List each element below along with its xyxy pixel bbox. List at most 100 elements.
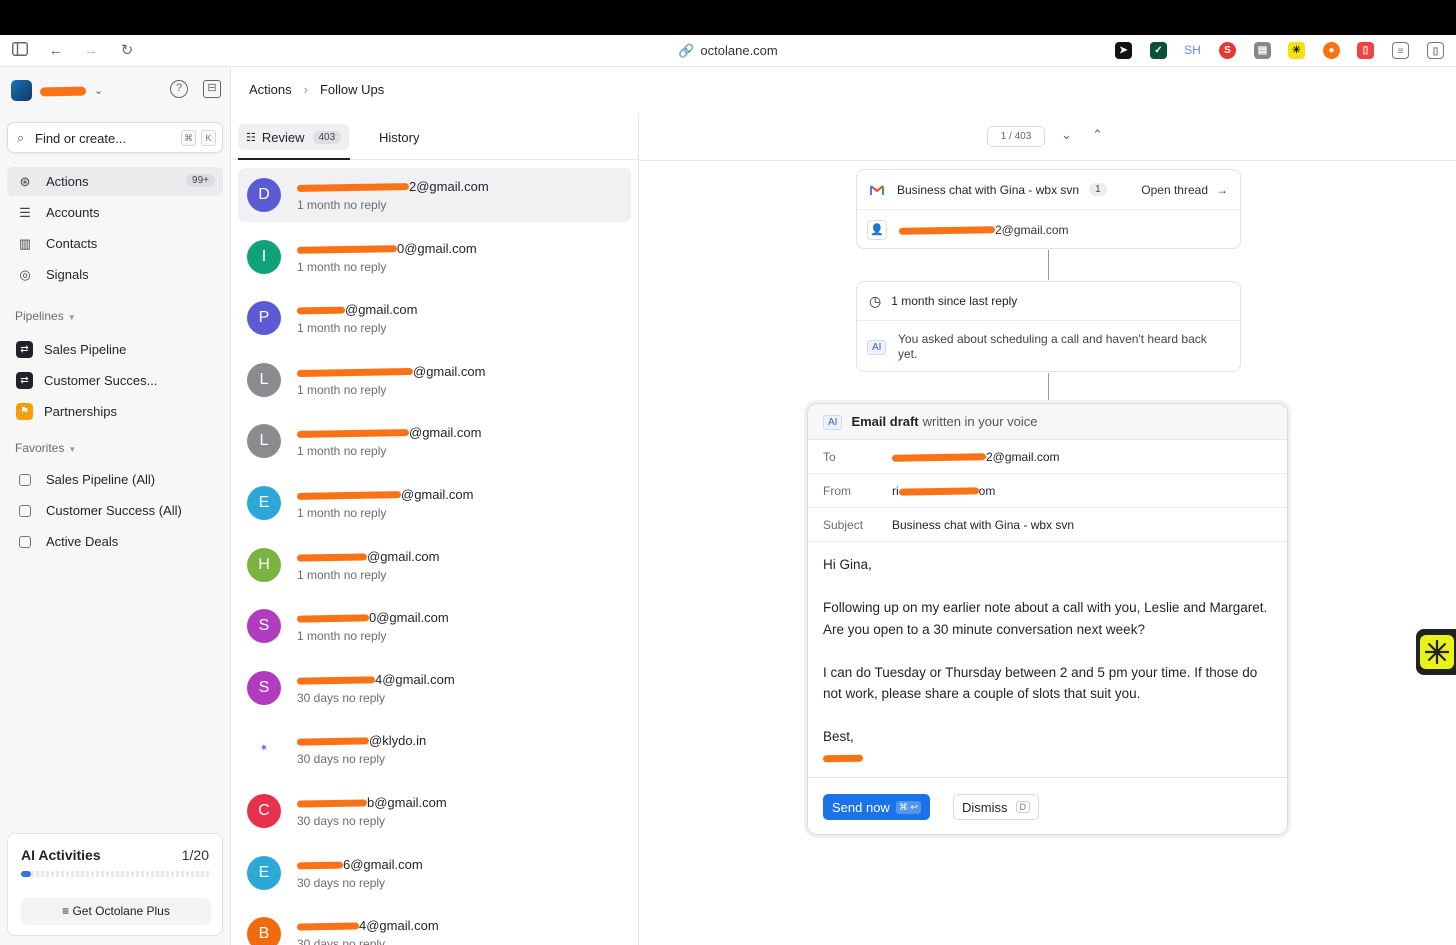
contact-email: 0@gmail.com <box>296 241 477 256</box>
list-item[interactable]: S 0@gmail.com 1 month no reply <box>238 599 631 653</box>
send-now-button[interactable]: Send now ⌘ ↩ <box>823 794 930 820</box>
workspace-switcher[interactable]: ⌄ <box>11 80 103 101</box>
dismiss-button[interactable]: Dismiss D <box>953 794 1039 820</box>
contact-email: 4@gmail.com <box>296 672 455 687</box>
sidebar-item-fav-active-deals[interactable]: Active Deals <box>7 527 223 556</box>
redaction-mark <box>296 244 398 254</box>
pipeline-icon: ⇄ <box>16 372 33 389</box>
contact-email: @klydo.in <box>296 733 426 748</box>
open-thread-link[interactable]: Open thread → <box>1141 183 1228 197</box>
to-field[interactable]: To 2@gmail.com <box>808 440 1287 474</box>
reply-status: 1 month no reply <box>297 567 387 582</box>
sidebar-item-actions[interactable]: ⊛ Actions 99+ <box>7 167 223 196</box>
ai-tag: AI <box>867 338 887 355</box>
list-item[interactable]: ✶ @klydo.in 30 days no reply <box>238 722 631 776</box>
contact-email: 2@gmail.com <box>296 179 489 194</box>
extension-icon[interactable]: ▯ <box>1357 42 1374 59</box>
ai-activities-card: AI Activities 1/20 ≡ Get Octolane Plus <box>7 833 223 936</box>
redaction-mark <box>296 306 346 315</box>
reply-status: 1 month no reply <box>297 382 387 397</box>
sidebar-item-customer-success[interactable]: ⇄ Customer Succes... <box>7 366 223 395</box>
sidebar-item-signals[interactable]: ◎ Signals <box>7 260 223 289</box>
menu-icon: ≡ <box>62 904 73 918</box>
redaction-mark <box>296 737 370 747</box>
reply-status: 1 month no reply <box>297 506 387 520</box>
view-icon <box>19 473 31 486</box>
tab-review[interactable]: ☷ Review 403 <box>238 124 350 150</box>
breadcrumb-actions[interactable]: Actions <box>249 82 292 97</box>
extension-icon[interactable]: ✳ <box>1288 42 1305 59</box>
contact-email: @gmail.com <box>296 425 481 440</box>
thread-row[interactable]: Business chat with Gina - wbx svn 1 Open… <box>857 170 1240 210</box>
redaction-mark <box>296 614 370 623</box>
reply-status: 1 month no reply <box>297 259 387 274</box>
avatar: H <box>247 547 281 582</box>
extension-icon[interactable]: ✓ <box>1150 42 1167 59</box>
subject-field[interactable]: Subject Business chat with Gina - wbx sv… <box>808 508 1287 542</box>
email-draft-card: AI Email draft written in your voice To … <box>807 403 1288 835</box>
list-item[interactable]: E @gmail.com 1 month no reply <box>238 476 631 530</box>
search-input[interactable]: ⌕ Find or create... ⌘ K <box>7 122 223 153</box>
redaction-mark <box>296 861 344 870</box>
signals-icon: ◎ <box>19 266 31 282</box>
email-body-editor[interactable]: Hi Gina, Following up on my earlier note… <box>822 554 1273 770</box>
sidebar-item-accounts[interactable]: ☰ Accounts <box>7 198 223 227</box>
sh-extension-icon[interactable]: SH <box>1184 42 1201 59</box>
sidebar-item-fav-sales-pipeline[interactable]: Sales Pipeline (All) <box>7 465 223 494</box>
sidebar-item-sales-pipeline[interactable]: ⇄ Sales Pipeline <box>7 335 223 364</box>
list-item[interactable]: P @gmail.com 1 month no reply <box>238 291 631 345</box>
extensions-menu-icon[interactable]: ≡ <box>1392 42 1409 59</box>
list-item[interactable]: E 6@gmail.com 30 days no reply <box>238 846 631 900</box>
reply-status: 30 days no reply <box>297 937 386 945</box>
previous-item-icon[interactable]: ⌃ <box>1092 127 1103 143</box>
avatar: E <box>247 486 281 520</box>
sidebar-item-fav-customer-success[interactable]: Customer Success (All) <box>7 496 223 525</box>
extension-icon[interactable]: S <box>1219 42 1236 59</box>
reply-status: 1 month no reply <box>297 198 387 212</box>
clock-icon: ◷ <box>869 292 882 309</box>
list-item[interactable]: L @gmail.com 1 month no reply <box>238 414 631 468</box>
insight-card: ◷ 1 month since last reply AI You asked … <box>856 281 1241 372</box>
extension-icon[interactable]: ● <box>1323 42 1340 59</box>
contact-email: @gmail.com <box>296 549 439 564</box>
address-bar[interactable]: 🔗 octolane.com <box>0 43 1456 59</box>
avatar: B <box>247 917 281 945</box>
contact-email: @gmail.com <box>296 364 485 379</box>
telegram-extension-icon[interactable]: ➤ <box>1115 42 1132 59</box>
favorites-heading[interactable]: Favorites ▼ <box>15 441 76 455</box>
collapse-sidebar-icon[interactable]: ⊟ <box>203 80 221 98</box>
reply-status: 30 days no reply <box>297 875 386 890</box>
pipeline-icon: ⇄ <box>16 341 33 358</box>
pipelines-heading[interactable]: Pipelines ▼ <box>15 309 76 323</box>
from-field[interactable]: From ri om <box>808 474 1287 508</box>
list-item[interactable]: L @gmail.com 1 month no reply <box>238 353 631 407</box>
reply-status: 1 month no reply <box>297 444 387 459</box>
list-item[interactable]: I 0@gmail.com 1 month no reply <box>238 230 631 284</box>
chevron-down-icon: ⌄ <box>94 85 104 97</box>
list-item[interactable]: S 4@gmail.com 30 days no reply <box>238 661 631 715</box>
redaction-mark <box>296 183 410 193</box>
help-icon[interactable]: ? <box>170 80 188 98</box>
tab-history[interactable]: History <box>379 130 419 145</box>
avatar: D <box>247 178 281 212</box>
avatar: L <box>247 424 281 459</box>
sidebar-item-contacts[interactable]: ▥ Contacts <box>7 229 223 258</box>
sidebar-item-partnerships[interactable]: ⚑ Partnerships <box>7 397 223 426</box>
signature-name <box>822 748 1273 770</box>
floating-widget-icon[interactable] <box>1416 629 1456 675</box>
list-icon: ☷ <box>246 131 256 144</box>
list-item[interactable]: B 4@gmail.com 30 days no reply <box>238 907 631 945</box>
system-top-bar <box>0 0 1456 35</box>
get-octolane-plus-button[interactable]: ≡ Get Octolane Plus <box>21 898 211 925</box>
list-item[interactable]: Cb@gmail.com 30 days no reply <box>238 784 631 838</box>
list-item[interactable]: H @gmail.com 1 month no reply <box>238 538 631 592</box>
flag-icon: ⚑ <box>16 403 33 420</box>
list-item[interactable]: D 2@gmail.com 1 month no reply <box>238 168 631 222</box>
next-item-icon[interactable]: ⌄ <box>1061 127 1072 143</box>
gmail-icon <box>870 184 884 195</box>
sidebar-right-icon[interactable]: ▯ <box>1427 42 1444 59</box>
shortcut-key: ⌘ <box>181 130 196 146</box>
search-icon: ⌕ <box>17 130 25 145</box>
extension-icon[interactable]: ▤ <box>1254 42 1271 59</box>
redaction-mark <box>296 676 376 685</box>
